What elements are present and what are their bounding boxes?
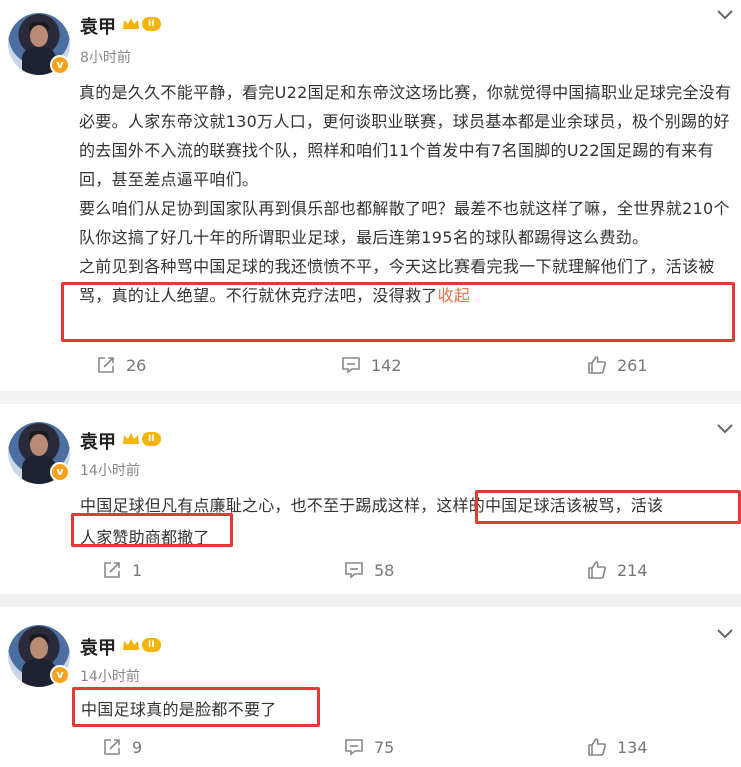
comment-button[interactable]: 75 [344, 737, 394, 757]
post-time: 14小时前 [80, 669, 140, 685]
post-body: 中国足球但凡有点廉耻之心，也不至于踢成这样，这样的中国足球活该被骂，活该人家赞助… [80, 490, 740, 554]
user-level-badge: II [122, 638, 161, 652]
post-text: 中国足球但凡有点廉耻之心，也不至于踢成这样， [80, 496, 437, 515]
crown-icon [123, 433, 139, 444]
post-time: 8小时前 [80, 50, 131, 66]
post-paragraph: 真的是久久不能平静，看完U22国足和东帝汶这场比赛，你就觉得中国搞职业足球完全没… [79, 83, 732, 189]
repost-icon [104, 739, 120, 755]
post-text-highlighted: 人家赞助商都撤了 [80, 528, 210, 547]
collapse-link[interactable]: 收起 [438, 286, 471, 305]
post-text-highlighted: 这样的中国足球活该被骂，活该 [436, 496, 664, 515]
repost-count: 26 [126, 355, 147, 375]
author-name[interactable]: 袁甲 [80, 13, 116, 39]
like-icon [588, 738, 606, 756]
like-count: 261 [617, 355, 648, 375]
chevron-down-icon[interactable] [717, 424, 733, 434]
post-card: v 袁甲 II 8小时前 真的是久久不能平静，看完U22国足和东帝汶这场比赛，你… [0, 0, 741, 391]
crown-icon [123, 639, 139, 650]
action-bar: 1 58 214 [0, 560, 741, 584]
level-pill: II [142, 638, 161, 652]
comment-icon [345, 562, 363, 579]
verified-badge: v [50, 665, 70, 685]
like-icon [588, 356, 606, 374]
user-level-badge: II [122, 432, 161, 446]
like-count: 214 [617, 560, 648, 580]
post-text: 中国足球真的是脸都不要了 [81, 700, 277, 719]
repost-icon [104, 562, 120, 578]
post-time: 14小时前 [80, 463, 140, 479]
post-paragraph: 要么咱们从足协到国家队再到俱乐部也都解散了吧？最差不也就这样了嘛，全世界就210… [79, 199, 730, 247]
repost-button[interactable]: 9 [102, 737, 142, 757]
action-bar: 9 75 134 [0, 737, 741, 761]
repost-count: 9 [132, 737, 143, 757]
repost-button[interactable]: 26 [96, 355, 146, 375]
author-name[interactable]: 袁甲 [80, 634, 116, 660]
repost-icon [98, 357, 114, 373]
like-count: 134 [617, 737, 648, 757]
post-card: v 袁甲 II 14小时前 中国足球但凡有点廉耻之心，也不至于踢成这样，这样的中… [0, 404, 741, 594]
author-name[interactable]: 袁甲 [80, 428, 116, 454]
repost-count: 1 [132, 560, 143, 580]
level-pill: II [142, 17, 161, 31]
post-body: 中国足球真的是脸都不要了 [81, 695, 381, 724]
comment-button[interactable]: 142 [341, 355, 402, 375]
comment-count: 75 [374, 737, 395, 757]
comment-count: 58 [374, 560, 395, 580]
post-body: 真的是久久不能平静，看完U22国足和东帝汶这场比赛，你就觉得中国搞职业足球完全没… [79, 78, 735, 310]
chevron-down-icon[interactable] [717, 10, 733, 20]
post-card: v 袁甲 II 14小时前 中国足球真的是脸都不要了 9 75 134 [0, 607, 741, 767]
comment-icon [342, 357, 360, 374]
like-button[interactable]: 214 [587, 560, 648, 580]
chevron-down-icon[interactable] [717, 629, 733, 639]
repost-button[interactable]: 1 [102, 560, 142, 580]
verified-badge: v [50, 462, 70, 482]
comment-icon [345, 739, 363, 756]
user-level-badge: II [122, 17, 161, 31]
level-pill: II [142, 432, 161, 446]
post-paragraph: 之前见到各种骂中国足球的我还愤愤不平，今天这比赛看完我一下就理解他们了，活该被骂… [79, 252, 735, 310]
like-button[interactable]: 261 [587, 355, 648, 375]
crown-icon [123, 18, 139, 29]
post-paragraph-text: 之前见到各种骂中国足球的我还愤愤不平，今天这比赛看完我一下就理解他们了，活该被骂… [79, 257, 715, 305]
action-bar: 26 142 261 [0, 355, 741, 379]
comment-button[interactable]: 58 [344, 560, 394, 580]
like-icon [588, 561, 606, 579]
comment-count: 142 [371, 355, 402, 375]
like-button[interactable]: 134 [587, 737, 648, 757]
verified-badge: v [50, 55, 70, 75]
